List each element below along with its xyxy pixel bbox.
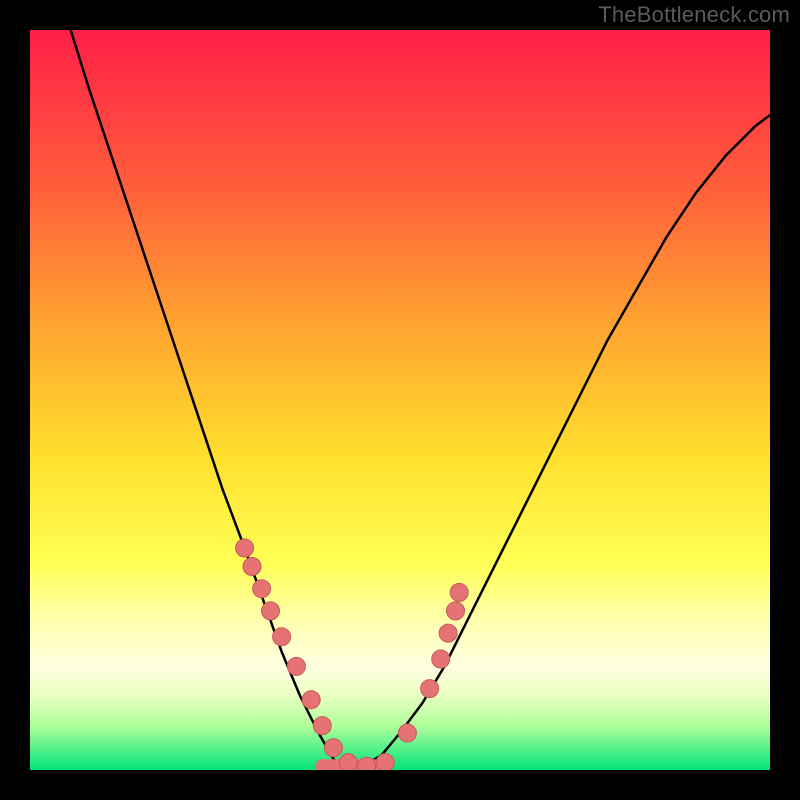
data-point-dot [273,628,291,646]
data-point-dot [243,558,261,576]
data-point-dot [262,602,280,620]
bottleneck-chart-svg [30,30,770,770]
data-point-dot [447,602,465,620]
gradient-background [30,30,770,770]
watermark-text: TheBottleneck.com [598,2,790,28]
data-point-dot [376,754,394,770]
data-point-dot [450,583,468,601]
data-point-dot [287,657,305,675]
plot-area [30,30,770,770]
data-point-dot [439,624,457,642]
data-point-dot [236,539,254,557]
data-point-dot [358,757,376,770]
data-point-dot [324,739,342,757]
data-point-dot [398,724,416,742]
data-point-dot [339,754,357,770]
data-point-dot [313,717,331,735]
chart-frame: TheBottleneck.com [0,0,800,800]
data-point-dot [253,580,271,598]
data-point-dot [432,650,450,668]
data-point-dot [302,691,320,709]
data-point-dot [421,680,439,698]
